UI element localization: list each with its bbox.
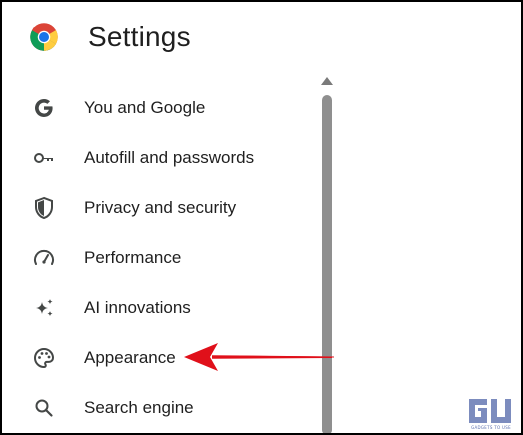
settings-window: Settings You and Google Autofill and pas… bbox=[0, 0, 523, 435]
sidebar-item-ai-innovations[interactable]: AI innovations bbox=[2, 287, 312, 327]
sidebar-item-label: Performance bbox=[84, 248, 182, 267]
sparkle-icon bbox=[32, 296, 56, 320]
page-title: Settings bbox=[88, 21, 191, 52]
google-g-icon bbox=[32, 96, 56, 120]
shield-icon bbox=[32, 196, 56, 220]
sidebar-item-search-engine[interactable]: Search engine bbox=[2, 387, 312, 427]
sidebar-item-performance[interactable]: Performance bbox=[2, 237, 312, 277]
sidebar-item-privacy-and-security[interactable]: Privacy and security bbox=[2, 187, 312, 227]
sidebar-item-autofill-and-passwords[interactable]: Autofill and passwords bbox=[2, 137, 312, 177]
annotation-arrow-icon bbox=[184, 343, 334, 371]
sidebar-item-label: Appearance bbox=[84, 348, 176, 367]
sidebar-item-label: Privacy and security bbox=[84, 198, 237, 217]
sidebar-item-label: AI innovations bbox=[84, 298, 191, 317]
sidebar-item-label: Search engine bbox=[84, 398, 194, 417]
search-icon bbox=[32, 396, 56, 420]
speedometer-icon bbox=[32, 246, 56, 270]
scrollbar-thumb[interactable] bbox=[322, 95, 332, 433]
watermark-tagline: GADGETS TO USE bbox=[471, 425, 511, 430]
sidebar-item-label: You and Google bbox=[84, 98, 206, 117]
key-icon bbox=[32, 146, 56, 170]
scrollbar[interactable] bbox=[322, 95, 332, 433]
scroll-up-arrow-icon[interactable] bbox=[320, 76, 334, 86]
chrome-logo-icon bbox=[30, 23, 58, 51]
sidebar-item-label: Autofill and passwords bbox=[84, 148, 255, 167]
sidebar-item-you-and-google[interactable]: You and Google bbox=[2, 87, 312, 127]
palette-icon bbox=[32, 346, 56, 370]
settings-header: Settings bbox=[2, 2, 521, 74]
